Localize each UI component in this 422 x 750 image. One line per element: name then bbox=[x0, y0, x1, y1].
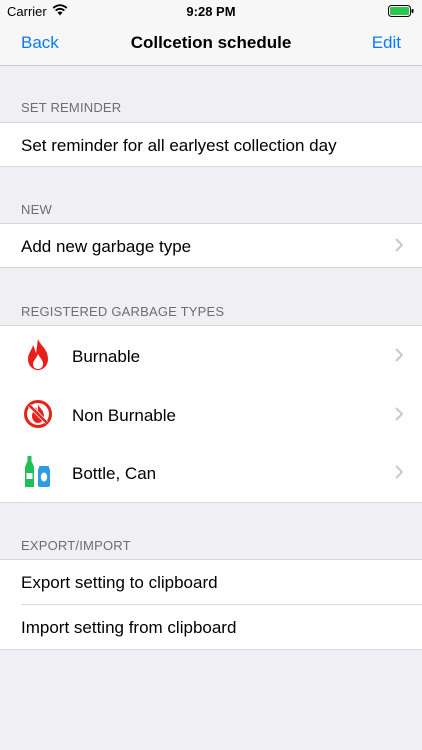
bottle-can-label: Bottle, Can bbox=[72, 464, 157, 483]
section-header-new: NEW bbox=[21, 202, 52, 217]
navigation-bar: Back Collcetion schedule Edit bbox=[0, 22, 422, 66]
no-fire-icon bbox=[24, 400, 52, 428]
new-group: Add new garbage type bbox=[0, 223, 422, 268]
registered-group: Burnable Non Burnable Bottle, Can bbox=[0, 325, 422, 503]
set-reminder-label: Set reminder for all earlyest collection… bbox=[21, 136, 337, 155]
import-clipboard-label: Import setting from clipboard bbox=[21, 618, 237, 637]
section-header-export: EXPORT/IMPORT bbox=[21, 538, 131, 553]
chevron-right-icon bbox=[395, 407, 403, 421]
export-clipboard-row[interactable]: Export setting to clipboard bbox=[0, 560, 422, 604]
page-title: Collcetion schedule bbox=[130, 33, 292, 52]
import-clipboard-row[interactable]: Import setting from clipboard bbox=[0, 605, 422, 649]
export-group: Export setting to clipboard Import setti… bbox=[0, 559, 422, 650]
non-burnable-label: Non Burnable bbox=[72, 406, 176, 425]
status-bar: Carrier 9:28 PM bbox=[0, 0, 422, 22]
flame-icon bbox=[28, 339, 48, 370]
burnable-label: Burnable bbox=[72, 347, 141, 366]
add-garbage-type-row[interactable]: Add new garbage type bbox=[0, 224, 422, 267]
section-header-reminder: SET REMINDER bbox=[21, 100, 122, 115]
clock: 9:28 PM bbox=[186, 4, 236, 19]
chevron-right-icon bbox=[395, 238, 403, 252]
export-clipboard-label: Export setting to clipboard bbox=[21, 573, 218, 592]
edit-button[interactable]: Edit bbox=[372, 33, 401, 53]
battery-icon bbox=[388, 5, 414, 17]
set-reminder-row[interactable]: Set reminder for all earlyest collection… bbox=[0, 123, 422, 166]
reminder-group: Set reminder for all earlyest collection… bbox=[0, 122, 422, 167]
section-header-registered: REGISTERED GARBAGE TYPES bbox=[21, 304, 225, 319]
chevron-right-icon bbox=[395, 348, 403, 362]
list-item-burnable[interactable]: Burnable bbox=[0, 326, 422, 385]
list-item-non-burnable[interactable]: Non Burnable bbox=[0, 385, 422, 444]
bottle-can-icon bbox=[25, 456, 50, 487]
add-garbage-type-label: Add new garbage type bbox=[21, 237, 192, 256]
list-item-bottle-can[interactable]: Bottle, Can bbox=[0, 444, 422, 502]
chevron-right-icon bbox=[395, 465, 403, 479]
